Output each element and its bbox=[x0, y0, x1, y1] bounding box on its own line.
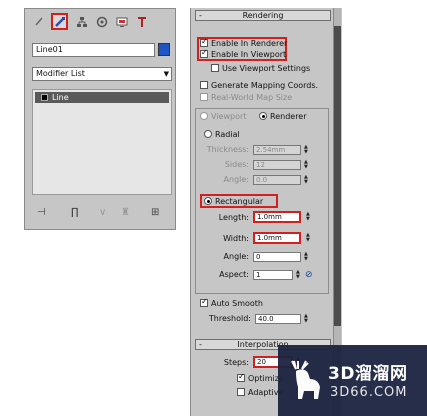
adaptive-checkbox[interactable]: Adaptive bbox=[237, 388, 283, 397]
checkbox-box bbox=[200, 81, 208, 89]
rectangular-radio[interactable]: Rectangular bbox=[204, 197, 263, 206]
angle-label: Angle: bbox=[223, 175, 249, 184]
optimize-checkbox[interactable]: Optimize bbox=[237, 372, 284, 383]
radio-dot bbox=[200, 112, 208, 120]
spinner-arrows-icon[interactable]: ▲▼ bbox=[304, 314, 310, 324]
enable-in-viewport-checkbox[interactable]: Enable In Viewport bbox=[200, 48, 287, 59]
angle-spinner[interactable]: 0.0 bbox=[253, 175, 301, 185]
angle2-spinner[interactable]: 0 bbox=[253, 252, 301, 262]
spinner-arrows-icon[interactable]: ▲▼ bbox=[306, 233, 312, 243]
hierarchy-icon[interactable] bbox=[73, 13, 90, 30]
pin-stack-icon[interactable]: ⊣ bbox=[37, 207, 46, 218]
configure-sets-icon[interactable]: ⊞ bbox=[151, 207, 159, 218]
aspect-spinner[interactable]: 1 bbox=[253, 270, 293, 280]
radio-dot bbox=[204, 197, 212, 205]
checkbox-box bbox=[200, 297, 208, 307]
scrollbar-thumb[interactable] bbox=[334, 26, 341, 326]
spinner-arrows-icon[interactable]: ▲▼ bbox=[304, 145, 310, 155]
width-label: Width: bbox=[223, 234, 249, 243]
stack-item-label: Line bbox=[52, 93, 69, 102]
checkbox-label: Use Viewport Settings bbox=[222, 64, 311, 73]
radio-dot bbox=[204, 130, 212, 138]
length-spinner[interactable]: 1.0mm bbox=[253, 211, 301, 223]
radio-dot bbox=[259, 112, 267, 120]
display-icon[interactable] bbox=[113, 13, 130, 30]
modify-icon[interactable] bbox=[51, 13, 68, 30]
checkbox-box bbox=[237, 372, 245, 382]
spinner-arrows-icon[interactable]: ▲▼ bbox=[304, 175, 310, 185]
motion-icon[interactable] bbox=[93, 13, 110, 30]
steps-label: Steps: bbox=[223, 358, 249, 367]
lock-aspect-icon[interactable]: ⊘ bbox=[305, 270, 313, 280]
auto-smooth-checkbox[interactable]: Auto Smooth bbox=[200, 297, 263, 308]
show-end-result-icon[interactable]: ∏ bbox=[71, 207, 79, 218]
rendering-rollout-header[interactable]: - Rendering bbox=[195, 10, 331, 21]
watermark: 3D溜溜网 3D66.COM bbox=[278, 345, 427, 416]
checkbox-box bbox=[200, 48, 208, 58]
modifier-list-dropdown[interactable]: Modifier List ▼ bbox=[32, 67, 172, 81]
threshold-spinner[interactable]: 40.0 bbox=[255, 314, 301, 324]
thickness-label: Thickness: bbox=[206, 145, 249, 154]
checkbox-label: Auto Smooth bbox=[211, 299, 263, 308]
generate-mapping-checkbox[interactable]: Generate Mapping Coords. bbox=[200, 81, 318, 90]
threshold-label: Threshold: bbox=[208, 314, 251, 323]
sides-label: Sides: bbox=[224, 160, 249, 169]
checkbox-label: Real-World Map Size bbox=[211, 93, 293, 102]
viewport-radio[interactable]: Viewport bbox=[200, 112, 246, 121]
radial-radio[interactable]: Radial bbox=[204, 130, 240, 139]
stack-item-line[interactable]: Line bbox=[35, 92, 169, 103]
angle2-label: Angle: bbox=[223, 252, 249, 261]
sides-spinner[interactable]: 12 bbox=[253, 160, 301, 170]
command-panel-left: Line01 Modifier List ▼ Line ⊣ ∏ ∨ ♜ ⊞ bbox=[24, 8, 176, 230]
chevron-down-icon: ▼ bbox=[163, 70, 169, 78]
radio-label: Rectangular bbox=[215, 197, 264, 206]
rollout-collapse-sign: - bbox=[199, 11, 202, 20]
modifier-stack[interactable]: Line bbox=[32, 89, 172, 195]
object-name-input[interactable]: Line01 bbox=[32, 43, 155, 57]
make-unique-icon[interactable]: ∨ bbox=[99, 207, 106, 218]
radio-label: Viewport bbox=[211, 112, 247, 121]
checkbox-box bbox=[211, 64, 219, 72]
use-viewport-settings-checkbox[interactable]: Use Viewport Settings bbox=[211, 64, 310, 73]
watermark-title: 3D溜溜网 bbox=[328, 364, 408, 384]
object-color-swatch[interactable] bbox=[158, 43, 170, 56]
deer-logo-icon bbox=[291, 360, 320, 399]
remove-modifier-icon[interactable]: ♜ bbox=[121, 207, 130, 218]
rendering-rollout-title: Rendering bbox=[242, 11, 284, 20]
checkbox-box bbox=[200, 37, 208, 47]
spinner-arrows-icon[interactable]: ▲▼ bbox=[306, 212, 312, 222]
create-icon[interactable] bbox=[31, 13, 48, 30]
modifier-list-label: Modifier List bbox=[36, 69, 85, 78]
thickness-spinner[interactable]: 2.54mm bbox=[253, 145, 301, 155]
spinner-arrows-icon[interactable]: ▲▼ bbox=[304, 160, 310, 170]
spinner-arrows-icon[interactable]: ▲▼ bbox=[296, 270, 302, 280]
checkbox-label: Generate Mapping Coords. bbox=[211, 81, 319, 90]
watermark-subtitle: 3D66.COM bbox=[330, 385, 408, 400]
checkbox-box bbox=[200, 93, 208, 101]
radio-label: Renderer bbox=[270, 112, 307, 121]
rollout-collapse-sign: - bbox=[199, 340, 202, 349]
checkbox-box bbox=[237, 388, 245, 396]
utilities-icon[interactable] bbox=[133, 13, 150, 30]
radio-label: Radial bbox=[215, 130, 240, 139]
width-spinner[interactable]: 1.0mm bbox=[253, 232, 301, 244]
renderer-radio[interactable]: Renderer bbox=[259, 112, 307, 121]
length-label: Length: bbox=[218, 213, 249, 222]
stack-item-icon bbox=[41, 94, 48, 101]
enable-in-renderer-checkbox[interactable]: Enable In Renderer bbox=[200, 37, 288, 48]
real-world-map-size-checkbox[interactable]: Real-World Map Size bbox=[200, 93, 292, 102]
checkbox-label: Enable In Viewport bbox=[211, 50, 287, 59]
aspect-label: Aspect: bbox=[219, 270, 249, 279]
checkbox-label: Enable In Renderer bbox=[211, 39, 288, 48]
spinner-arrows-icon[interactable]: ▲▼ bbox=[304, 252, 310, 262]
